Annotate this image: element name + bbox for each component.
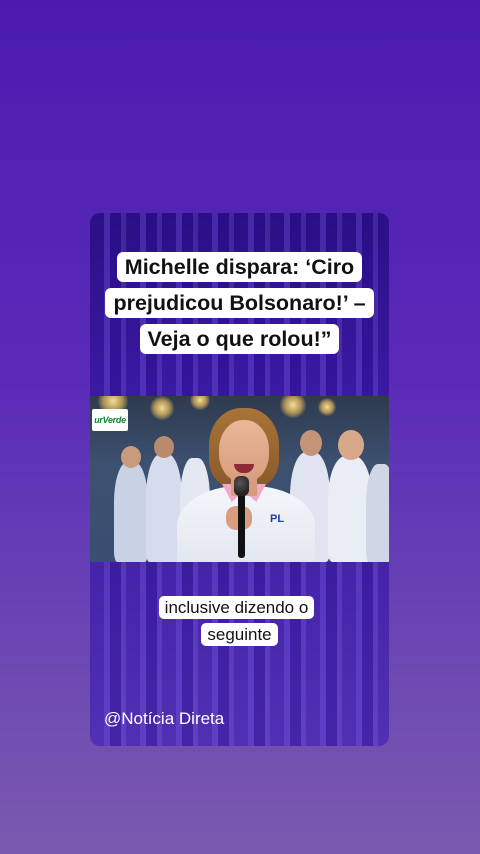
post-card: Michelle dispara: ‘Ciro prejudicou Bolso… [90,213,389,746]
bokeh-light [150,396,174,420]
crowd-person [366,464,389,562]
news-photo: PL urVerde [90,396,389,562]
bokeh-light [318,398,336,416]
broadcaster-logo: urVerde [92,409,128,431]
crowd-person [114,462,148,562]
crowd-head [338,430,364,460]
party-logo-icon: PL [270,513,285,525]
crowd-head [154,436,174,458]
bokeh-light [280,396,306,418]
post-headline: Michelle dispara: ‘Ciro prejudicou Bolso… [105,252,374,354]
caption-container: inclusive dizendo o seguinte [90,594,389,648]
microphone-head-icon [234,476,249,496]
crowd-head [121,446,141,468]
crowd-head [300,430,322,456]
microphone-icon [238,492,245,558]
headline-container: Michelle dispara: ‘Ciro prejudicou Bolso… [90,249,389,357]
account-handle: @Notícia Direta [104,709,225,728]
bokeh-light [190,396,210,410]
post-caption: inclusive dizendo o seguinte [158,596,315,646]
